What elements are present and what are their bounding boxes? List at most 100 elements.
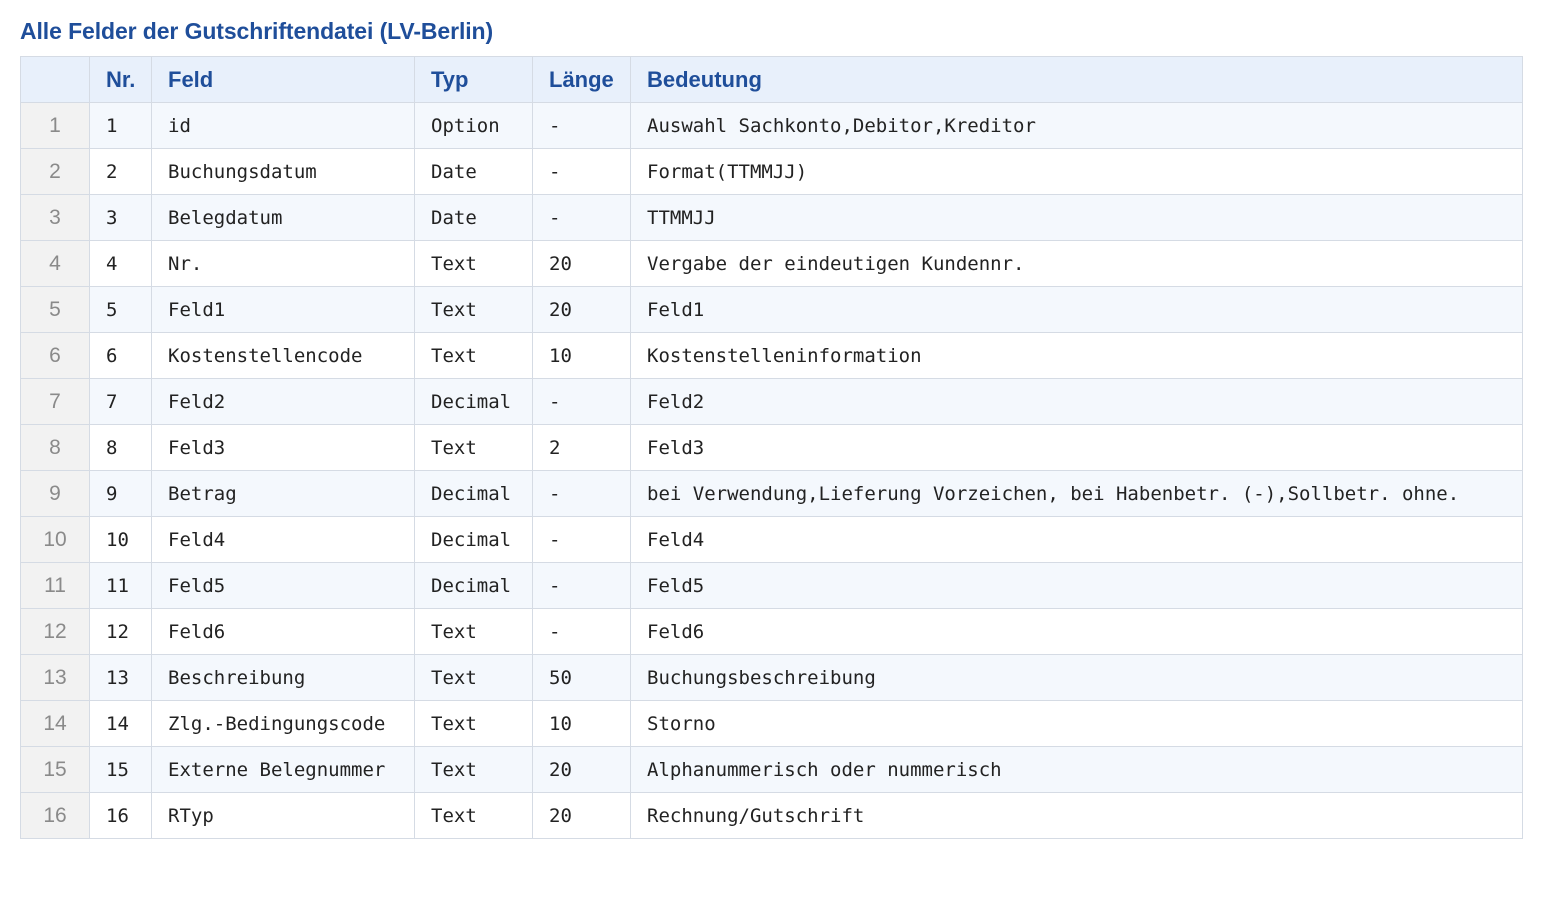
table-row: 14 14 Zlg.-Bedingungscode Text 10 Storno bbox=[20, 700, 1523, 747]
laenge-cell: 2 bbox=[532, 424, 631, 471]
feld-cell: Feld3 bbox=[151, 424, 415, 471]
header-bedeutung[interactable]: Bedeutung bbox=[630, 56, 1523, 103]
bedeutung-cell: TTMMJJ bbox=[630, 194, 1523, 241]
typ-cell: Text bbox=[414, 286, 533, 333]
header-rownum bbox=[20, 56, 90, 103]
row-number-cell: 1 bbox=[20, 102, 90, 149]
laenge-cell: - bbox=[532, 148, 631, 195]
bedeutung-cell: Buchungsbeschreibung bbox=[630, 654, 1523, 701]
row-number-cell: 16 bbox=[20, 792, 90, 839]
typ-cell: Text bbox=[414, 332, 533, 379]
typ-cell: Text bbox=[414, 608, 533, 655]
row-number-cell: 6 bbox=[20, 332, 90, 379]
laenge-cell: 20 bbox=[532, 746, 631, 793]
nr-cell: 5 bbox=[89, 286, 152, 333]
table-row: 5 5 Feld1 Text 20 Feld1 bbox=[20, 286, 1523, 333]
typ-cell: Date bbox=[414, 148, 533, 195]
table-body: 1 1 id Option - Auswahl Sachkonto,Debitor,Kre… bbox=[20, 102, 1523, 839]
laenge-cell: - bbox=[532, 608, 631, 655]
row-number-cell: 3 bbox=[20, 194, 90, 241]
laenge-cell: 10 bbox=[532, 332, 631, 379]
row-number-cell: 12 bbox=[20, 608, 90, 655]
nr-cell: 10 bbox=[89, 516, 152, 563]
bedeutung-cell: Feld3 bbox=[630, 424, 1523, 471]
bedeutung-cell: Auswahl Sachkonto,Debitor,Kreditor bbox=[630, 102, 1523, 149]
laenge-cell: - bbox=[532, 378, 631, 425]
row-number-cell: 5 bbox=[20, 286, 90, 333]
table-row: 11 11 Feld5 Decimal - Feld5 bbox=[20, 562, 1523, 609]
row-number-cell: 14 bbox=[20, 700, 90, 747]
bedeutung-cell: Kostenstelleninformation bbox=[630, 332, 1523, 379]
laenge-cell: 20 bbox=[532, 286, 631, 333]
feld-cell: Nr. bbox=[151, 240, 415, 287]
row-number-cell: 11 bbox=[20, 562, 90, 609]
laenge-cell: - bbox=[532, 516, 631, 563]
bedeutung-cell: bei Verwendung,Lieferung Vorzeichen, bei… bbox=[630, 470, 1523, 517]
bedeutung-cell: Format(TTMMJJ) bbox=[630, 148, 1523, 195]
typ-cell: Decimal bbox=[414, 378, 533, 425]
feld-cell: Zlg.-Bedingungscode bbox=[151, 700, 415, 747]
typ-cell: Decimal bbox=[414, 470, 533, 517]
table-row: 10 10 Feld4 Decimal - Feld4 bbox=[20, 516, 1523, 563]
typ-cell: Text bbox=[414, 792, 533, 839]
table-row: 15 15 Externe Belegnummer Text 20 Alphanummer… bbox=[20, 746, 1523, 793]
typ-cell: Decimal bbox=[414, 562, 533, 609]
feld-cell: Feld5 bbox=[151, 562, 415, 609]
laenge-cell: 20 bbox=[532, 240, 631, 287]
feld-cell: Beschreibung bbox=[151, 654, 415, 701]
feld-cell: Externe Belegnummer bbox=[151, 746, 415, 793]
bedeutung-cell: Alphanummerisch oder nummerisch bbox=[630, 746, 1523, 793]
nr-cell: 11 bbox=[89, 562, 152, 609]
nr-cell: 4 bbox=[89, 240, 152, 287]
feld-cell: Belegdatum bbox=[151, 194, 415, 241]
table-row: 6 6 Kostenstellencode Text 10 Kostenstellenin… bbox=[20, 332, 1523, 379]
laenge-cell: 10 bbox=[532, 700, 631, 747]
nr-cell: 2 bbox=[89, 148, 152, 195]
bedeutung-cell: Feld6 bbox=[630, 608, 1523, 655]
header-typ[interactable]: Typ bbox=[414, 56, 533, 103]
nr-cell: 1 bbox=[89, 102, 152, 149]
bedeutung-cell: Feld5 bbox=[630, 562, 1523, 609]
feld-cell: Feld4 bbox=[151, 516, 415, 563]
feld-cell: RTyp bbox=[151, 792, 415, 839]
typ-cell: Text bbox=[414, 240, 533, 287]
nr-cell: 8 bbox=[89, 424, 152, 471]
table-header-row: Nr. Feld Typ Länge Bedeutung bbox=[20, 56, 1523, 103]
header-nr[interactable]: Nr. bbox=[89, 56, 152, 103]
feld-cell: Feld6 bbox=[151, 608, 415, 655]
table-row: 16 16 RTyp Text 20 Rechnung/Gutschrift bbox=[20, 792, 1523, 839]
nr-cell: 15 bbox=[89, 746, 152, 793]
nr-cell: 16 bbox=[89, 792, 152, 839]
bedeutung-cell: Vergabe der eindeutigen Kundennr. bbox=[630, 240, 1523, 287]
feld-cell: Kostenstellencode bbox=[151, 332, 415, 379]
typ-cell: Text bbox=[414, 700, 533, 747]
nr-cell: 14 bbox=[89, 700, 152, 747]
fields-table: Nr. Feld Typ Länge Bedeutung 1 1 id Option -… bbox=[20, 56, 1523, 839]
row-number-cell: 15 bbox=[20, 746, 90, 793]
bedeutung-cell: Feld1 bbox=[630, 286, 1523, 333]
nr-cell: 6 bbox=[89, 332, 152, 379]
row-number-cell: 9 bbox=[20, 470, 90, 517]
table-row: 4 4 Nr. Text 20 Vergabe der eindeutigen Kunde… bbox=[20, 240, 1523, 287]
typ-cell: Decimal bbox=[414, 516, 533, 563]
row-number-cell: 4 bbox=[20, 240, 90, 287]
row-number-cell: 10 bbox=[20, 516, 90, 563]
typ-cell: Text bbox=[414, 654, 533, 701]
header-feld[interactable]: Feld bbox=[151, 56, 415, 103]
laenge-cell: - bbox=[532, 102, 631, 149]
table-row: 7 7 Feld2 Decimal - Feld2 bbox=[20, 378, 1523, 425]
bedeutung-cell: Feld4 bbox=[630, 516, 1523, 563]
laenge-cell: 20 bbox=[532, 792, 631, 839]
bedeutung-cell: Feld2 bbox=[630, 378, 1523, 425]
typ-cell: Text bbox=[414, 746, 533, 793]
nr-cell: 7 bbox=[89, 378, 152, 425]
page-title: Alle Felder der Gutschriftendatei (LV-Be… bbox=[20, 18, 494, 44]
table-row: 8 8 Feld3 Text 2 Feld3 bbox=[20, 424, 1523, 471]
row-number-cell: 13 bbox=[20, 654, 90, 701]
row-number-cell: 2 bbox=[20, 148, 90, 195]
table-row: 9 9 Betrag Decimal - bei Verwendung,Lieferung… bbox=[20, 470, 1523, 517]
header-laenge[interactable]: Länge bbox=[532, 56, 631, 103]
feld-cell: id bbox=[151, 102, 415, 149]
table-row: 1 1 id Option - Auswahl Sachkonto,Debitor,Kre… bbox=[20, 102, 1523, 149]
laenge-cell: - bbox=[532, 194, 631, 241]
